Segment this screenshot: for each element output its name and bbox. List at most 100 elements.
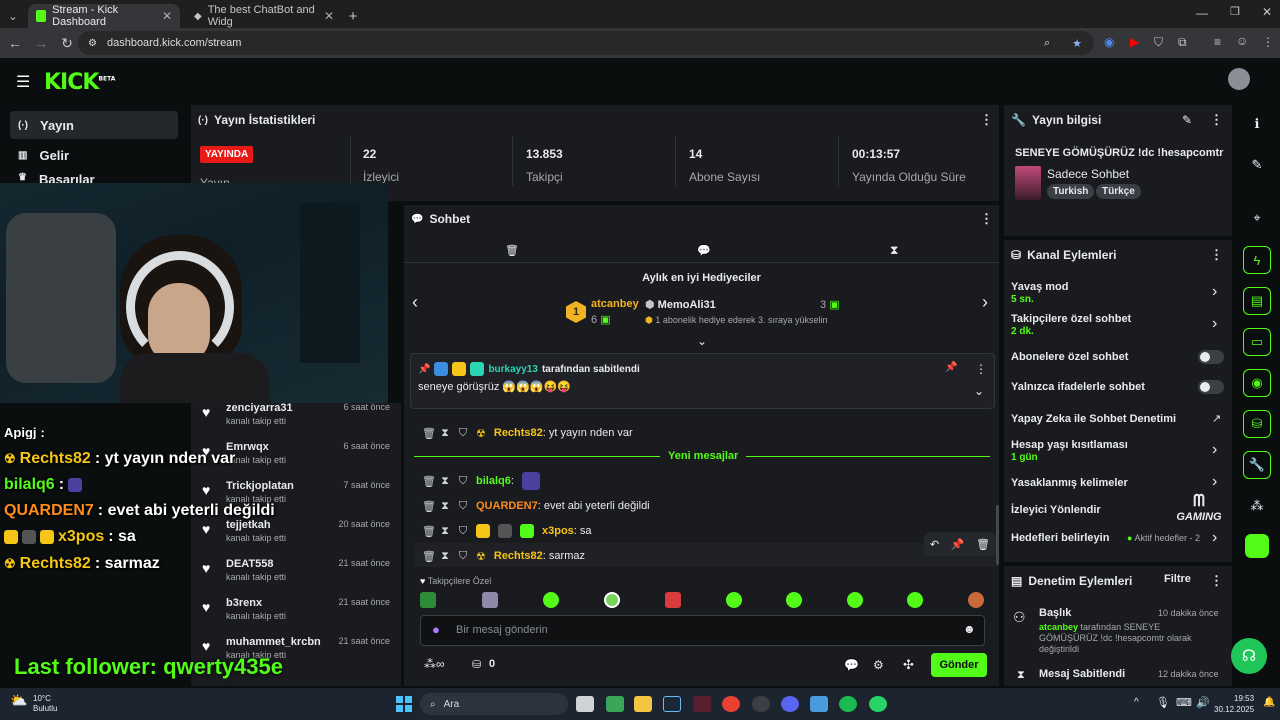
ban-icon[interactable]: ⛉ [458,550,468,563]
new-tab-button[interactable]: + [344,4,362,28]
tag-turkish[interactable]: Turkish [1047,184,1095,199]
sidebar-item-gelir[interactable]: ▥ Gelir [10,141,178,169]
emote-icon[interactable] [847,592,863,608]
slow-mode-label[interactable]: Yavaş mod [1011,281,1068,293]
emote-icon[interactable] [907,592,923,608]
chat-menu-icon[interactable]: ⋮ [980,211,993,227]
ban-icon[interactable]: ⛉ [458,427,468,440]
chevron-right-icon[interactable]: › [1212,315,1217,333]
close-tab-icon[interactable]: ✕ [324,9,334,23]
age-restriction-label[interactable]: Hesap yaşı kısıtlaması [1011,439,1128,451]
extensions-puzzle-icon[interactable]: ⧉ [1178,35,1187,50]
trash-icon[interactable]: 🗑 [422,427,436,440]
forward-icon[interactable]: → [28,35,54,51]
trash-tab-icon[interactable]: 🗑 [505,244,519,257]
whatsapp-icon[interactable] [869,696,887,712]
tag-turkce[interactable]: Türkçe [1096,184,1141,199]
profile-avatar-icon[interactable]: ☺ [1236,34,1248,48]
notification-bell-icon[interactable]: 🔔 [1263,697,1275,708]
app-icon[interactable] [1245,534,1269,558]
microphone-icon[interactable]: ● [432,622,440,637]
minimize-button[interactable]: — [1196,6,1208,20]
stream-info-menu-icon[interactable]: ⋮ [1210,112,1223,128]
trash-icon[interactable]: 🗑 [422,550,436,563]
site-info-icon[interactable]: ⚙ [88,38,97,49]
hourglass-tab-icon[interactable]: ⧗ [890,243,898,258]
emoji-picker-icon[interactable]: ☻ [963,622,976,636]
gifters-prev-button[interactable]: ‹ [412,292,418,313]
chat-bubble-icon[interactable]: ▭ [1243,328,1271,356]
broadcast-icon[interactable]: ◉ [1243,369,1271,397]
minecraft-icon[interactable] [606,696,624,712]
volume-icon[interactable]: 🔊 [1196,696,1210,709]
browser-menu-icon[interactable]: ⋮ [1262,35,1274,49]
ban-icon[interactable]: ⛉ [458,500,468,513]
storage-icon[interactable]: ⛁ [1243,410,1271,438]
tab-search-button[interactable]: ⌄ [4,4,22,28]
weather-widget[interactable]: 10°C Bulutlu [33,694,57,714]
network-icon[interactable]: ⌨ [1176,696,1192,709]
trash-icon[interactable]: 🗑 [422,500,436,513]
trash-icon[interactable]: 🗑 [976,538,990,551]
file-explorer-icon[interactable] [634,696,652,712]
pin-icon[interactable]: 📌 [951,538,965,551]
discord-icon[interactable] [781,696,799,712]
emote-icon[interactable] [543,592,559,608]
goals-label[interactable]: Hedefleri belirleyin [1011,532,1109,544]
external-link-icon[interactable]: ↗ [1212,412,1221,425]
emote-icon[interactable] [604,592,620,608]
document-icon[interactable]: ▤ [1243,287,1271,315]
shield-extension-icon[interactable]: ⛉ [1154,35,1163,50]
chat-settings-bubble-icon[interactable]: 💬 [844,658,859,672]
extension-icon[interactable]: ◉ [1104,35,1114,49]
gear-icon[interactable]: ⚙ [873,658,884,672]
timeout-icon[interactable]: ⧗ [440,475,450,488]
followers-chat-label[interactable]: Takipçilere özel sohbet [1011,313,1131,325]
vegas-icon[interactable] [693,696,711,712]
emote-icon[interactable] [786,592,802,608]
extension-puzzle-icon[interactable]: ✣ [903,657,914,673]
trash-icon[interactable]: 🗑 [422,525,436,538]
steam-icon[interactable] [663,696,681,712]
edit-pencil-icon[interactable]: ✎ [1182,113,1192,127]
maximize-button[interactable]: ❐ [1230,5,1240,18]
pinned-collapse-icon[interactable]: ⌄ [974,384,984,398]
top-gifter-name[interactable]: atcanbey [591,298,639,310]
subs-chat-toggle[interactable] [1198,350,1224,364]
ai-moderation-label[interactable]: Yapay Zeka ile Sohbet Denetimi [1011,413,1176,425]
chevron-right-icon[interactable]: › [1212,283,1217,301]
filter-button[interactable]: Filtre [1164,573,1191,585]
tray-chevron-icon[interactable]: ^ [1134,697,1139,708]
trash-icon[interactable]: 🗑 [422,475,436,488]
screenshot-icon[interactable]: ⌖ [1243,204,1271,232]
spotify-icon[interactable] [839,696,857,712]
taskbar-clock[interactable]: 19:53 30.12.2025 [1214,693,1254,715]
chevron-right-icon[interactable]: › [1212,441,1217,459]
chrome-icon[interactable] [722,696,740,712]
zoom-icon[interactable]: ⌕ [1044,37,1050,50]
url-field[interactable]: ⚙ dashboard.kick.com/stream ⌕ ★ [78,31,1094,55]
taskbar-search[interactable]: ⌕ Ara [420,693,568,715]
users-icon[interactable]: ⁂ [1243,492,1271,520]
kick-logo[interactable]: KICKBETA [44,70,115,95]
reply-icon[interactable]: ↶ [930,538,939,551]
microphone-tray-icon[interactable]: 🎙 [1156,696,1170,709]
timeout-icon[interactable]: ⧗ [440,427,450,440]
emote-icon[interactable] [665,592,681,608]
timeout-icon[interactable]: ⧗ [440,550,450,563]
task-view-icon[interactable] [576,696,594,712]
windows-start-icon[interactable] [396,696,412,712]
ban-icon[interactable]: ⛉ [458,475,468,488]
bookmark-star-icon[interactable]: ★ [1072,37,1082,50]
back-icon[interactable]: ← [2,35,28,51]
chevron-right-icon[interactable]: › [1212,473,1217,491]
gifter-two[interactable]: ⬢ MemoAli31 [645,298,716,311]
info-icon[interactable]: ℹ [1243,110,1271,138]
app-icon[interactable] [810,696,828,712]
user-avatar[interactable] [1228,68,1250,90]
emote-icon[interactable] [726,592,742,608]
mod-actions-menu-icon[interactable]: ⋮ [1210,573,1223,589]
chevron-right-icon[interactable]: › [1212,529,1217,547]
wrench-icon[interactable]: 🔧 [1243,451,1271,479]
reading-list-icon[interactable]: ≡ [1214,35,1221,49]
